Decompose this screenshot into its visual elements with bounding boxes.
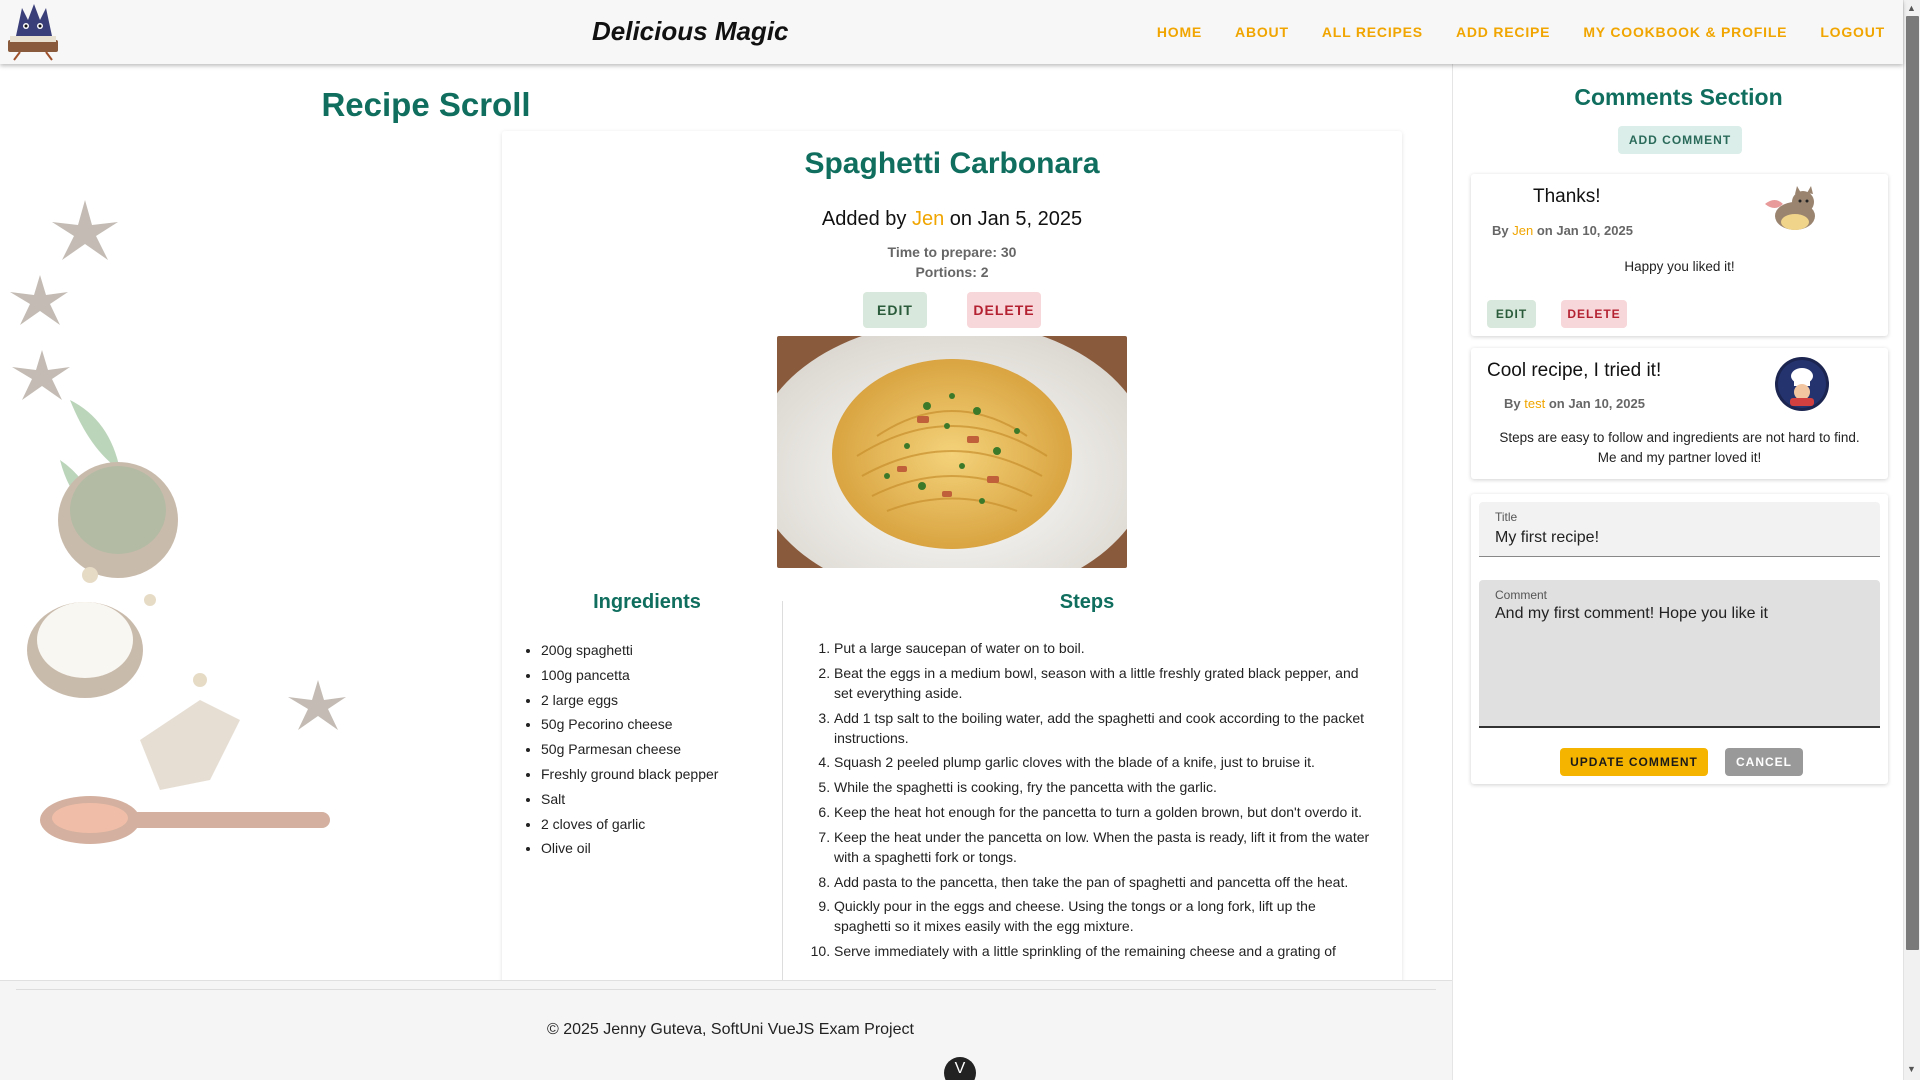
footer-divider [16, 989, 1436, 990]
ingredients-heading: Ingredients [593, 591, 701, 613]
added-by-prefix: Added by [821, 208, 907, 230]
scroll-down-button[interactable]: V [944, 1057, 976, 1080]
brand-title: Delicious Magic [592, 16, 789, 46]
nav-all-recipes[interactable]: ALL RECIPES [1322, 24, 1423, 40]
step-item: Add 1 tsp salt to the boiling water, add… [834, 708, 1370, 748]
comment-byline: By test on Jan 10, 2025 [1504, 396, 1645, 411]
nav-home[interactable]: HOME [1157, 24, 1202, 40]
ingredient-item: 2 cloves of garlic [541, 812, 718, 837]
step-item: Add pasta to the pancetta, then take the… [834, 872, 1370, 892]
ingredient-item: 50g Pecorino cheese [541, 712, 718, 737]
top-navbar: Delicious Magic HOME ABOUT ALL RECIPES A… [0, 0, 1903, 64]
comment-title-field[interactable]: Title My first recipe! [1479, 502, 1880, 557]
comment-byline: By Jen on Jan 10, 2025 [1492, 223, 1633, 238]
main-content: Recipe Scroll Spaghetti Carbonara Added … [0, 64, 1452, 980]
delete-recipe-button[interactable]: DELETE [967, 292, 1041, 328]
page-title-wrap: Recipe Scroll [0, 86, 1452, 124]
comment-card: Thanks! By Jen on Jan 10, 2025 Happy you… [1471, 174, 1888, 336]
step-item: Keep the heat hot enough for the pancett… [834, 802, 1370, 822]
comment-by-prefix: By [1504, 396, 1521, 411]
steps-list: Put a large saucepan of water on to boil… [818, 638, 1370, 966]
cancel-button[interactable]: CANCEL [1725, 748, 1803, 776]
step-item: Serve immediately with a little sprinkli… [834, 941, 1370, 961]
ingredient-item: Olive oil [541, 836, 718, 861]
comment-date: on Jan 10, 2025 [1548, 396, 1645, 411]
prep-time: Time to prepare: 30 [887, 244, 1017, 260]
add-comment-button[interactable]: ADD COMMENT [1618, 126, 1742, 154]
comment-title-label: Title [1495, 510, 1518, 524]
chef-avatar-icon [1774, 356, 1830, 417]
steps-heading: Steps [1059, 591, 1115, 613]
comment-text-label: Comment [1495, 588, 1548, 602]
comment-date: on Jan 10, 2025 [1536, 223, 1633, 238]
page-title: Recipe Scroll [321, 86, 531, 123]
comment-title-input[interactable]: My first recipe! [1495, 529, 1599, 547]
edit-comment-button[interactable]: EDIT [1487, 300, 1536, 328]
nav-links: HOME ABOUT ALL RECIPES ADD RECIPE MY COO… [1157, 24, 1885, 40]
step-item: Keep the heat under the pancetta on low.… [834, 827, 1370, 867]
ingredients-list: 200g spaghetti 100g pancetta 2 large egg… [541, 638, 718, 861]
ingredient-item: 2 large eggs [541, 688, 718, 713]
comment-by-prefix: By [1492, 223, 1509, 238]
nav-my-cookbook-profile[interactable]: MY COOKBOOK & PROFILE [1583, 24, 1787, 40]
edit-recipe-button[interactable]: EDIT [863, 292, 927, 328]
window-scrollbar[interactable]: ▲ ▼ [1903, 0, 1920, 1080]
comment-text-input[interactable]: And my first comment! Hope you like it [1495, 605, 1768, 623]
ingredient-item: 100g pancetta [541, 663, 718, 688]
portions: Portions: 2 [915, 264, 989, 280]
comments-heading: Comments Section [1574, 84, 1783, 110]
comments-sidebar: Comments Section ADD COMMENT Thanks! By … [1452, 64, 1903, 1080]
spices-decoration-icon [10, 200, 346, 844]
comment-card: Cool recipe, I tried it! By test on Jan … [1471, 348, 1888, 479]
ingredient-item: Salt [541, 787, 718, 812]
nav-add-recipe[interactable]: ADD RECIPE [1456, 24, 1550, 40]
comment-text-field[interactable]: Comment And my first comment! Hope you l… [1479, 580, 1880, 728]
delete-comment-button[interactable]: DELETE [1561, 300, 1627, 328]
step-item: While the spaghetti is cooking, fry the … [834, 777, 1370, 797]
scroll-up-arrow-icon[interactable]: ▲ [1907, 3, 1916, 13]
scroll-down-arrow-icon[interactable]: ▼ [1907, 1064, 1916, 1074]
recipe-image [777, 336, 1127, 568]
update-comment-button[interactable]: UPDATE COMMENT [1560, 748, 1708, 776]
comment-body: Happy you liked it! [1624, 259, 1735, 274]
comment-title: Cool recipe, I tried it! [1487, 360, 1662, 381]
footer-copyright: © 2025 Jenny Guteva, SoftUni VueJS Exam … [547, 1021, 914, 1038]
scrollbar-thumb[interactable] [1906, 16, 1919, 950]
ingredient-item: 50g Parmesan cheese [541, 737, 718, 762]
recipe-title: Spaghetti Carbonara [804, 147, 1100, 180]
recipe-added-by: Added by Jen on Jan 5, 2025 [502, 208, 1402, 231]
step-item: Put a large saucepan of water on to boil… [834, 638, 1370, 658]
nav-logout[interactable]: LOGOUT [1820, 24, 1885, 40]
step-item: Quickly pour in the eggs and cheese. Usi… [834, 896, 1370, 936]
step-item: Beat the eggs in a medium bowl, season w… [834, 663, 1370, 703]
ingredient-item: Freshly ground black pepper [541, 762, 718, 787]
column-divider [782, 601, 783, 980]
recipe-date: on Jan 5, 2025 [949, 208, 1083, 230]
recipe-card: Spaghetti Carbonara Added by Jen on Jan … [502, 131, 1402, 980]
comment-title: Thanks! [1533, 186, 1601, 207]
step-item: Squash 2 peeled plump garlic cloves with… [834, 752, 1370, 772]
footer: © 2025 Jenny Guteva, SoftUni VueJS Exam … [0, 980, 1452, 1080]
logo-icon[interactable] [2, 0, 62, 62]
cat-avatar-icon [1761, 184, 1819, 239]
comment-body-line-1: Steps are easy to follow and ingredients… [1499, 430, 1860, 445]
comment-author-link[interactable]: test [1524, 396, 1545, 411]
nav-about[interactable]: ABOUT [1235, 24, 1289, 40]
comment-body-line-2: Me and my partner loved it! [1597, 450, 1762, 465]
comment-edit-form: Title My first recipe! Comment And my fi… [1471, 494, 1888, 784]
recipe-author-link[interactable]: Jen [912, 208, 944, 230]
ingredient-item: 200g spaghetti [541, 638, 718, 663]
comment-author-link[interactable]: Jen [1512, 223, 1533, 238]
